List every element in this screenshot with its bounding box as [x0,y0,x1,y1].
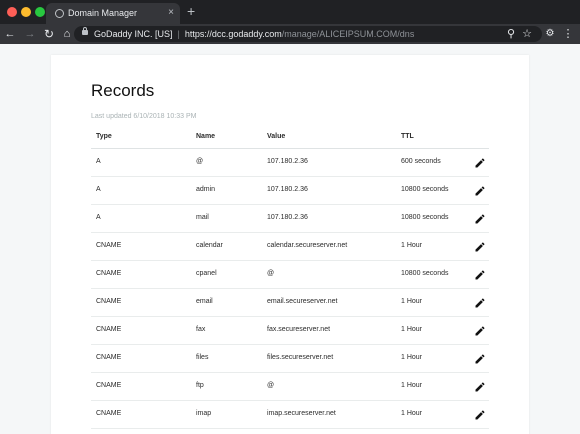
site-identity: GoDaddy INC. [US] [94,29,173,39]
pencil-icon[interactable] [474,353,486,365]
records-table: Type Name Value TTL A @107.180.2.36 600 se… [91,128,489,429]
back-arrow-icon[interactable]: ← [3,26,17,42]
column-header-type: Type [96,133,112,140]
table-row: CNAME imap imap.secureserver.net 1 Hour [91,401,489,429]
column-header-ttl: TTL [401,133,414,140]
record-ttl: 600 seconds [401,158,441,165]
record-value: calendar.secureserver.net [267,242,348,249]
browser-window: Domain Manager × + ← → ↻ ⌂ GoDaddy INC. … [0,0,580,434]
records-card: Records Last updated 6/10/2018 10:33 PM … [51,55,529,434]
pencil-icon[interactable] [474,381,486,393]
pencil-icon[interactable] [474,241,486,253]
close-window-button[interactable] [7,7,17,17]
table-row: CNAME email email.secureserver.net 1 Hour [91,289,489,317]
record-ttl: 1 Hour [401,354,423,361]
record-ttl: 10800 seconds [401,186,449,193]
globe-icon [55,9,64,18]
record-ttl: 10800 seconds [401,214,449,221]
record-value: @ [267,382,275,389]
forward-arrow-icon[interactable]: → [23,26,37,42]
extension-icon[interactable]: ⚙ [544,26,556,42]
record-type: CNAME [96,354,122,361]
table-header: Type Name Value TTL [91,128,489,149]
zoom-icon[interactable]: ⚲ [505,26,517,42]
column-header-value: Value [267,133,286,140]
record-value: @ [267,270,275,277]
table-row: CNAME files files.secureserver.net 1 Hour [91,345,489,373]
table-body: A @107.180.2.36 600 seconds Aadmin 107.180.2… [91,149,489,429]
table-row: CNAME ftp @1 Hour [91,373,489,401]
record-type: CNAME [96,270,122,277]
lock-icon [82,27,88,35]
record-type: CNAME [96,298,122,305]
pencil-icon[interactable] [474,297,486,309]
record-type: CNAME [96,382,122,389]
pencil-icon[interactable] [474,185,486,197]
tab-domain-manager[interactable]: Domain Manager × [46,3,180,24]
record-type: A [96,158,101,165]
reload-icon[interactable]: ↻ [42,26,56,42]
record-name: fax [196,326,206,333]
record-ttl: 1 Hour [401,298,423,305]
table-row: Aadmin 107.180.2.36 10800 seconds [91,177,489,205]
record-value: imap.secureserver.net [267,410,336,417]
home-icon[interactable]: ⌂ [60,26,74,42]
table-row: CNAME fax fax.secureserver.net 1 Hour [91,317,489,345]
record-ttl: 1 Hour [401,242,423,249]
record-ttl: 1 Hour [401,382,423,389]
record-value: fax.secureserver.net [267,326,331,333]
url-path: /manage/ALICEIPSUM.COM/dns [281,29,415,39]
new-tab-button[interactable]: + [187,3,195,19]
record-name: admin [196,186,216,193]
record-value: 107.180.2.36 [267,186,308,193]
record-type: A [96,186,101,193]
record-type: CNAME [96,242,122,249]
page-content: Records Last updated 6/10/2018 10:33 PM … [0,44,580,434]
browser-toolbar: ← → ↻ ⌂ GoDaddy INC. [US] | https://dcc.go… [0,24,580,44]
record-name: mail [196,214,209,221]
address-bar[interactable]: GoDaddy INC. [US] | https://dcc.godaddy.co… [74,26,542,42]
pencil-icon[interactable] [474,325,486,337]
table-row: CNAME cpanel @10800 seconds [91,261,489,289]
record-name: calendar [196,242,223,249]
maximize-window-button[interactable] [35,7,45,17]
browser-menu-icon[interactable]: ⋮ [562,26,574,42]
record-name: imap [196,410,212,417]
record-name: ftp [196,382,204,389]
record-type: CNAME [96,410,122,417]
minimize-window-button[interactable] [21,7,31,17]
url-separator: | [177,29,180,39]
table-row: A @107.180.2.36 600 seconds [91,149,489,177]
record-value: email.secureserver.net [267,298,338,305]
record-value: 107.180.2.36 [267,214,308,221]
close-icon[interactable]: × [168,6,174,20]
record-value: 107.180.2.36 [267,158,308,165]
tab-strip: Domain Manager × + [0,0,580,24]
page-title: Records [91,81,155,100]
table-row: CNAME calendar calendar.secureserver.net 1 … [91,233,489,261]
url-host: https://dcc.godaddy.com [184,29,282,39]
column-header-name: Name [196,133,216,140]
record-ttl: 1 Hour [401,326,423,333]
table-row: Amail 107.180.2.36 10800 seconds [91,205,489,233]
record-type: A [96,214,101,221]
record-value: files.secureserver.net [267,354,334,361]
record-name: email [196,298,213,305]
pencil-icon[interactable] [474,409,486,421]
record-ttl: 10800 seconds [401,270,449,277]
pencil-icon[interactable] [474,157,486,169]
record-type: CNAME [96,326,122,333]
pencil-icon[interactable] [474,213,486,225]
record-name: files [196,354,209,361]
record-name: @ [196,158,204,165]
record-ttl: 1 Hour [401,410,423,417]
tab-title: Domain Manager [68,8,138,18]
pencil-icon[interactable] [474,269,486,281]
record-name: cpanel [196,270,217,277]
bookmark-star-icon[interactable]: ☆ [521,26,533,42]
last-updated-text: Last updated 6/10/2018 10:33 PM [91,113,197,120]
